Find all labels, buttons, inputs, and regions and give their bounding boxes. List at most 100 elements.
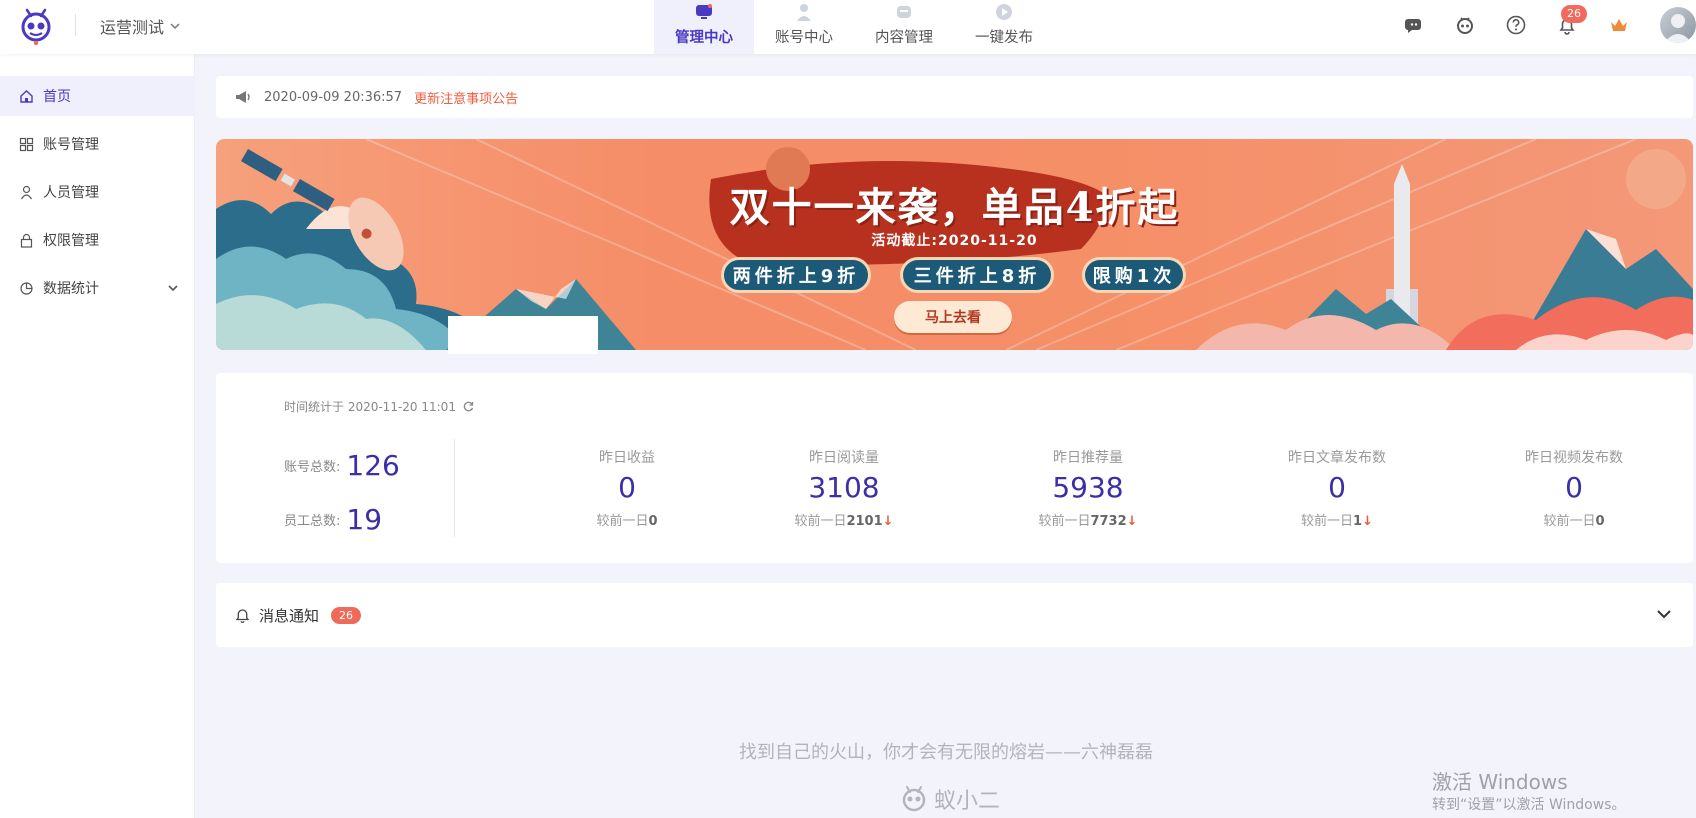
compare-prefix: 较前一日 (1543, 514, 1596, 529)
top-header: 运营测试 管理中心 账号中心 内容管理 一键发布 26 (0, 0, 1696, 54)
stats-panel: 时间统计于 2020-11-20 11:01 账号总数: 126 员工总数: 19 … (216, 373, 1693, 563)
person-icon (797, 4, 811, 21)
windows-activation-title: 激活 Windows (1432, 770, 1568, 794)
tab-management-center[interactable]: 管理中心 (654, 0, 754, 54)
messages-label: 消息通知 (259, 606, 320, 625)
metric-compare: 较前一日0 (527, 510, 727, 529)
tab-one-click-publish[interactable]: 一键发布 (954, 0, 1054, 54)
megaphone-icon (236, 91, 250, 103)
metric-label: 昨日视频发布数 (1525, 450, 1623, 466)
banner-deadline: 活动截止:2020-11-20 (871, 233, 1038, 249)
sidebar-item-statistics[interactable]: 数据统计 (0, 268, 195, 308)
total-accounts-value: 126 (346, 449, 400, 482)
compare-value: 2101 (846, 514, 883, 529)
compare-prefix: 较前一日 (1301, 514, 1354, 529)
messages-count-badge: 26 (331, 606, 362, 624)
compare-value: 0 (648, 514, 658, 529)
banner-pill: 两件折上9折 (721, 257, 871, 293)
metric-yesterday-articles: 昨日文章发布数 0 较前一日1↓ (1237, 447, 1437, 529)
announcement-link[interactable]: 更新注意事项公告 (414, 88, 518, 107)
metric-label: 昨日收益 (599, 450, 655, 466)
monitor-icon (696, 4, 712, 19)
sidebar-item-label: 人员管理 (43, 185, 99, 201)
user-avatar[interactable] (1660, 7, 1696, 43)
total-accounts-label: 账号总数: (284, 460, 341, 475)
tab-label: 账号中心 (775, 30, 833, 46)
banner-pill: 三件折上8折 (900, 257, 1054, 293)
compare-value: 1 (1353, 514, 1363, 529)
metric-yesterday-videos: 昨日视频发布数 0 较前一日0 (1474, 447, 1674, 529)
header-divider (75, 14, 76, 36)
sidebar-item-label: 账号管理 (43, 137, 99, 153)
home-icon (20, 89, 33, 103)
sidebar-item-label: 权限管理 (43, 233, 99, 249)
help-icon[interactable] (1505, 14, 1527, 36)
footer-brand: 蚁小二 (900, 783, 1000, 815)
brand-logo-icon (902, 786, 926, 812)
arrow-down-icon: ↓ (1362, 514, 1373, 529)
compare-prefix: 较前一日 (794, 514, 847, 529)
stats-timestamp-text: 时间统计于 2020-11-20 11:01 (284, 400, 456, 414)
banner-cta-button[interactable]: 马上去看 (894, 301, 1012, 333)
announcement-time: 2020-09-09 20:36:57 (264, 89, 403, 105)
tab-content-management[interactable]: 内容管理 (854, 0, 954, 54)
crown-icon[interactable] (1608, 14, 1630, 36)
chevron-down-icon (170, 23, 180, 30)
banner-pill: 限购1次 (1082, 257, 1186, 293)
redaction-patch (448, 316, 598, 354)
app-logo-icon[interactable] (18, 6, 54, 46)
arrow-down-icon: ↓ (1126, 514, 1138, 529)
tab-label: 一键发布 (975, 30, 1033, 46)
metric-value: 3108 (808, 471, 880, 504)
tab-label: 内容管理 (875, 30, 933, 46)
metric-yesterday-earnings: 昨日收益 0 较前一日0 (527, 447, 727, 529)
compare-prefix: 较前一日 (596, 514, 649, 529)
avatar-image-icon (1664, 14, 1692, 43)
tab-account-center[interactable]: 账号中心 (754, 0, 854, 54)
promo-banner[interactable]: 双十一来袭，单品4折起 活动截止:2020-11-20 两件折上9折 三件折上8… (216, 139, 1693, 350)
sidebar: 首页 账号管理 人员管理 权限管理 数据统计 (0, 54, 195, 818)
notification-badge: 26 (1561, 5, 1587, 23)
lock-icon (20, 233, 33, 248)
tab-label: 管理中心 (675, 30, 733, 46)
metric-value: 0 (1328, 471, 1346, 504)
metric-compare: 较前一日2101↓ (744, 510, 944, 529)
message-notification-panel[interactable]: 消息通知 26 (216, 583, 1693, 647)
banner-title: 双十一来袭，单品4折起 (729, 184, 1180, 231)
sidebar-item-label: 首页 (43, 89, 71, 105)
metric-yesterday-recommendations: 昨日推荐量 5938 较前一日7732↓ (988, 447, 1188, 529)
sidebar-item-permissions[interactable]: 权限管理 (0, 220, 195, 260)
person-icon (20, 185, 33, 199)
footer-brand-name: 蚁小二 (934, 789, 1001, 814)
total-accounts: 账号总数: 126 (284, 449, 400, 482)
refresh-icon[interactable] (462, 400, 475, 413)
top-nav: 管理中心 账号中心 内容管理 一键发布 (654, 0, 1054, 54)
chat-icon[interactable] (1404, 14, 1426, 36)
sidebar-item-accounts[interactable]: 账号管理 (0, 124, 195, 164)
metric-label: 昨日文章发布数 (1288, 450, 1386, 466)
bell-icon (235, 608, 250, 623)
metric-value: 0 (618, 471, 636, 504)
workspace-selector[interactable]: 运营测试 (100, 14, 180, 38)
total-staff-value: 19 (346, 503, 383, 536)
metric-compare: 较前一日7732↓ (988, 510, 1188, 529)
service-robot-icon[interactable] (1454, 14, 1476, 36)
play-icon (996, 4, 1012, 20)
total-staff: 员工总数: 19 (284, 503, 382, 536)
compare-value: 0 (1595, 514, 1605, 529)
chevron-down-icon[interactable] (1655, 605, 1673, 623)
compare-value: 7732 (1090, 514, 1127, 529)
compare-prefix: 较前一日 (1038, 514, 1091, 529)
stats-divider (454, 439, 455, 537)
sidebar-item-label: 数据统计 (43, 281, 99, 297)
metric-compare: 较前一日0 (1474, 510, 1674, 529)
sidebar-item-staff[interactable]: 人员管理 (0, 172, 195, 212)
metric-compare: 较前一日1↓ (1237, 510, 1437, 529)
pie-chart-icon (20, 281, 33, 295)
stats-timestamp: 时间统计于 2020-11-20 11:01 (284, 398, 475, 415)
metric-value: 0 (1565, 471, 1583, 504)
sidebar-item-home[interactable]: 首页 (0, 76, 195, 116)
metric-label: 昨日推荐量 (1053, 450, 1123, 466)
metric-label: 昨日阅读量 (809, 450, 879, 466)
windows-activation-subtitle: 转到“设置”以激活 Windows。 (1432, 797, 1626, 813)
